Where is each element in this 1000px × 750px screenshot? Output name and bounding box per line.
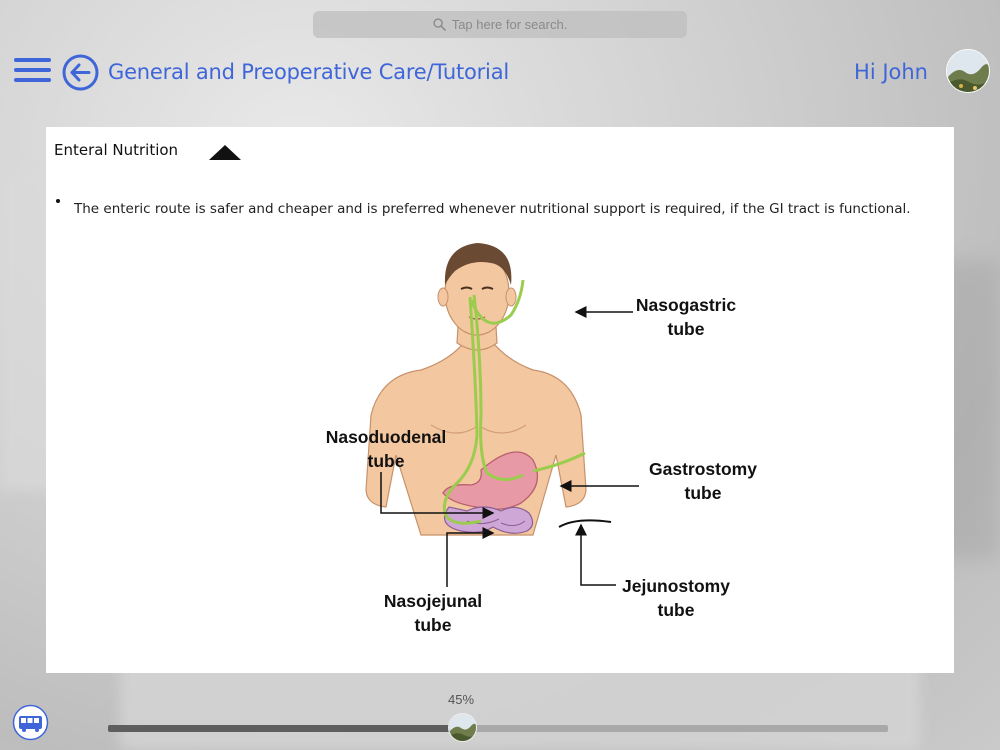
search-bar[interactable]: Tap here for search. <box>313 11 687 38</box>
label-nasojejunal: Nasojejunal tube <box>363 589 503 637</box>
label-gastrostomy: Gastrostomy tube <box>628 457 778 505</box>
label-nasoduodenal-line1: Nasoduodenal <box>325 427 447 447</box>
label-gastrostomy-line2: tube <box>684 483 722 503</box>
page-title: General and Preoperative Care/Tutorial <box>108 60 509 84</box>
progress-percent: 45% <box>448 692 475 707</box>
label-jejunostomy-line1: Jejunostomy <box>622 576 730 596</box>
bullet-marker <box>56 199 60 203</box>
search-icon <box>433 18 446 31</box>
progress-track[interactable] <box>108 725 888 732</box>
search-placeholder: Tap here for search. <box>451 17 568 32</box>
label-nasojejunal-line1: Nasojejunal <box>383 591 483 611</box>
label-nasogastric-line1: Nasogastric <box>635 295 737 315</box>
avatar[interactable] <box>946 49 990 93</box>
label-nasoduodenal: Nasoduodenal tube <box>311 425 461 473</box>
progress-thumb[interactable] <box>448 713 477 742</box>
hamburger-icon[interactable] <box>14 58 51 84</box>
label-nasogastric: Nasogastric tube <box>621 293 751 341</box>
progress-fill <box>108 725 459 732</box>
label-nasoduodenal-line2: tube <box>367 451 405 471</box>
section-title: Enteral Nutrition <box>54 141 179 159</box>
label-nasojejunal-line2: tube <box>414 615 452 635</box>
label-gastrostomy-line1: Gastrostomy <box>649 459 757 479</box>
label-jejunostomy-line2: tube <box>657 600 695 620</box>
enteral-nutrition-figure: Nasogastric tube Nasoduodenal tube Gastr… <box>271 235 757 645</box>
bullet-text: The enteric route is safer and cheaper a… <box>74 201 911 217</box>
label-nasogastric-line2: tube <box>667 319 705 339</box>
triangle-up-icon[interactable] <box>208 144 242 162</box>
bus-icon[interactable] <box>12 704 49 741</box>
content-card: Enteral Nutrition The enteric route is s… <box>46 127 954 673</box>
background-blur <box>120 660 920 750</box>
label-jejunostomy: Jejunostomy tube <box>606 574 746 622</box>
back-arrow-icon[interactable] <box>62 54 99 91</box>
user-greeting: Hi John <box>854 60 928 84</box>
